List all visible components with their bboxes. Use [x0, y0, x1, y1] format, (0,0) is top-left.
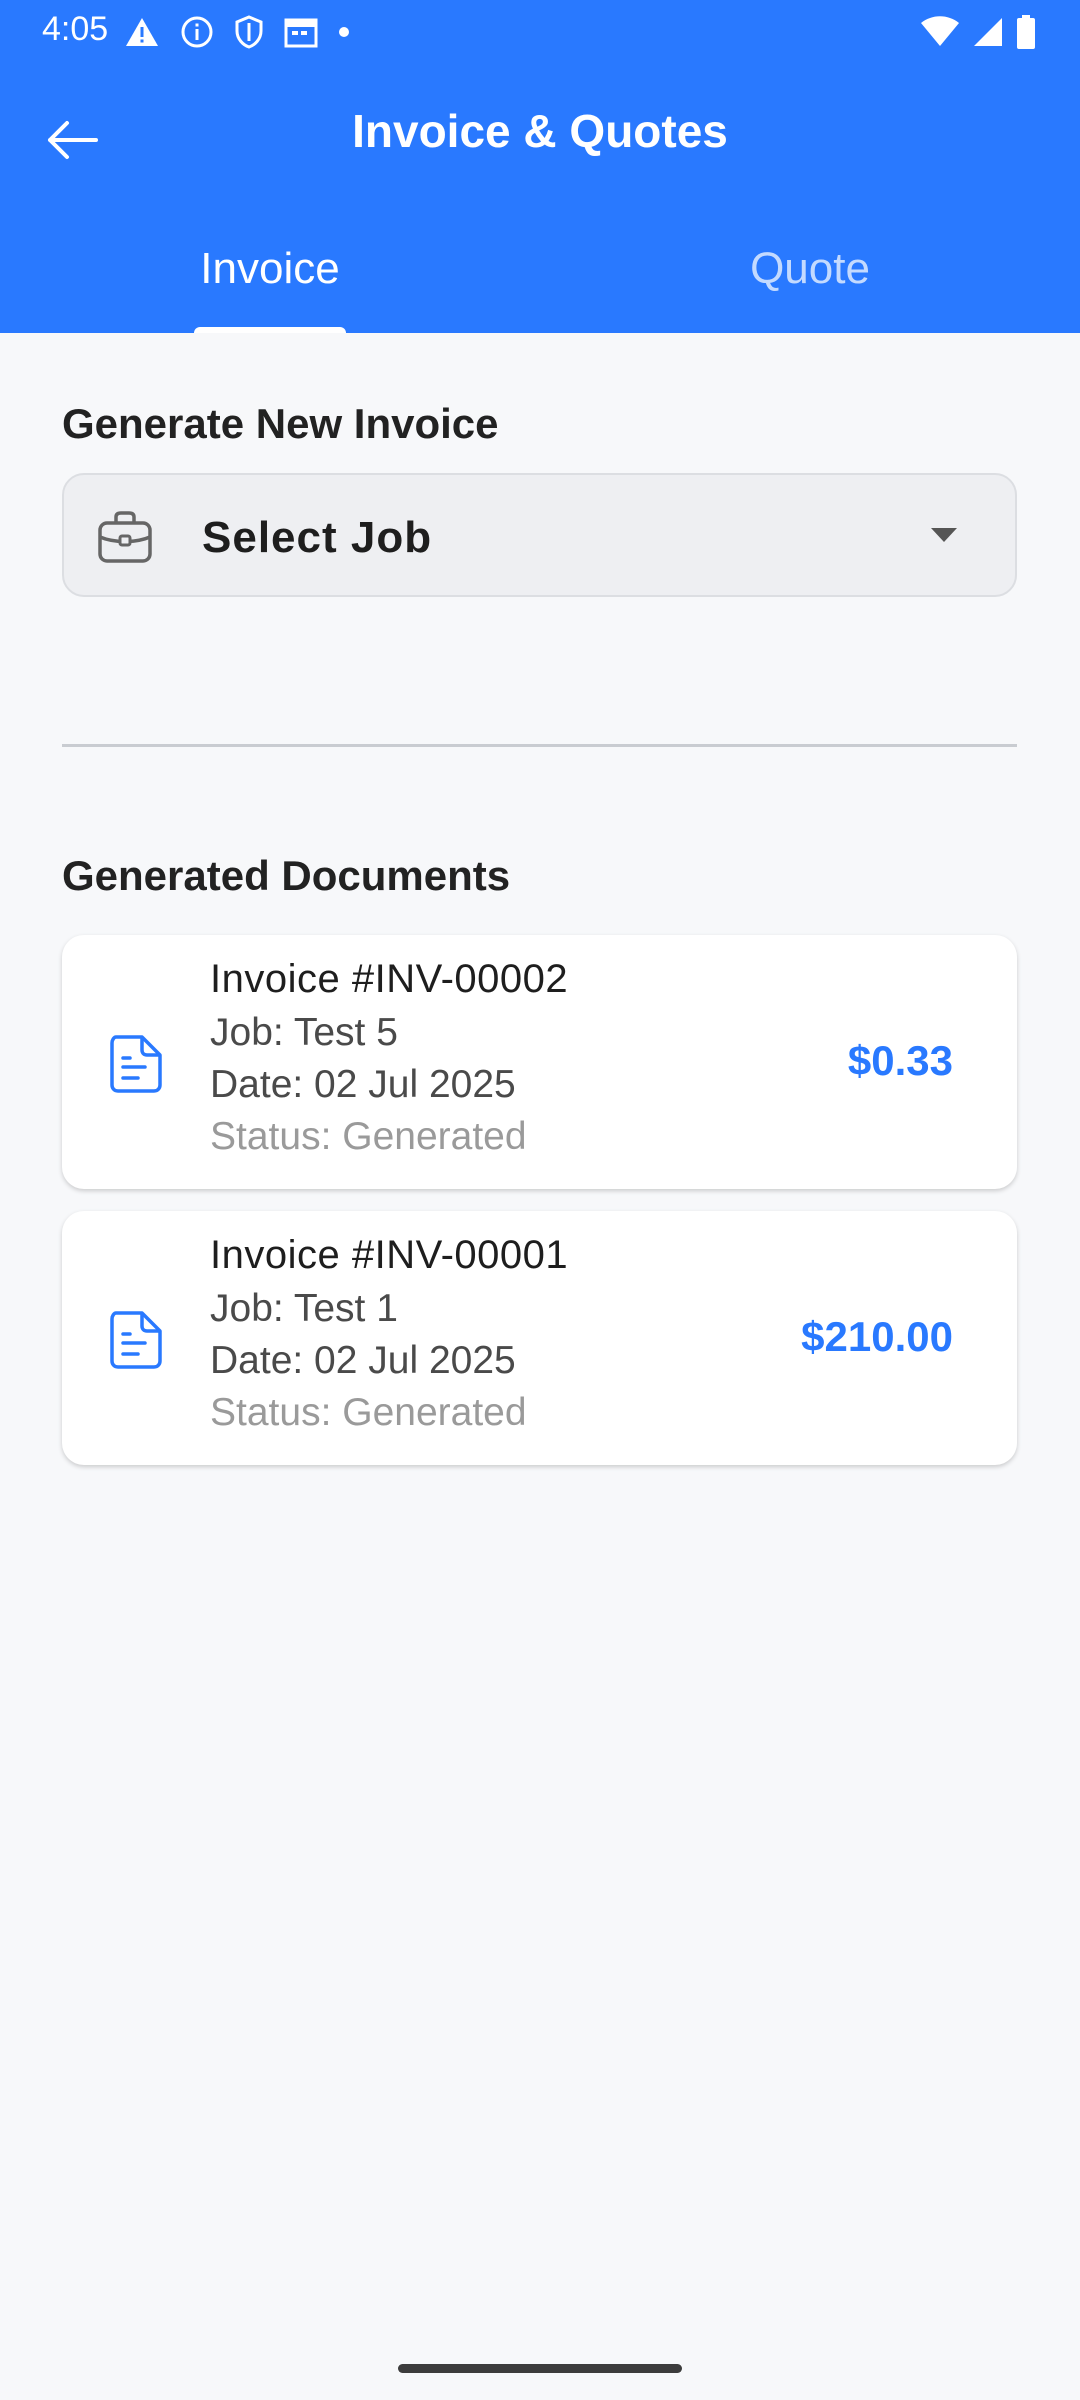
active-tab-indicator	[194, 327, 346, 333]
document-status: Status: Generated	[210, 1391, 527, 1434]
app-bar: Invoice & Quotes	[0, 62, 1080, 212]
select-job-dropdown[interactable]: Select Job	[62, 473, 1017, 597]
warning-icon	[124, 16, 160, 48]
status-icons-left	[124, 14, 350, 50]
status-bar: 4:05	[0, 0, 1080, 62]
select-job-label: Select Job	[202, 513, 433, 562]
page-title: Invoice & Quotes	[352, 105, 728, 157]
section-divider	[62, 744, 1017, 747]
document-amount: $210.00	[801, 1313, 953, 1360]
document-date: Date: 02 Jul 2025	[210, 1339, 516, 1382]
document-date: Date: 02 Jul 2025	[210, 1063, 516, 1106]
home-indicator[interactable]	[398, 2364, 682, 2373]
document-amount: $0.33	[847, 1037, 953, 1084]
document-card[interactable]: Invoice #INV-00002 Job: Test 5 Date: 02 …	[62, 935, 1017, 1189]
status-icons-right	[920, 14, 1036, 50]
signal-icon	[972, 16, 1004, 48]
battery-icon	[1016, 15, 1036, 49]
tab-quote[interactable]: Quote	[540, 212, 1080, 333]
document-title: Invoice #INV-00001	[210, 1233, 569, 1277]
wifi-icon	[920, 16, 960, 48]
status-time: 4:05	[42, 10, 109, 48]
shield-icon	[234, 15, 264, 49]
calendar-icon	[284, 16, 318, 48]
app-header: 4:05 Invoice & Quotes Invoice Quote	[0, 0, 1080, 333]
briefcase-icon	[96, 509, 154, 565]
tab-invoice-label: Invoice	[200, 244, 340, 293]
document-card[interactable]: Invoice #INV-00001 Job: Test 1 Date: 02 …	[62, 1211, 1017, 1465]
generate-section-title: Generate New Invoice	[62, 400, 499, 447]
document-job: Job: Test 5	[210, 1011, 398, 1054]
document-icon	[108, 1034, 164, 1094]
tab-quote-label: Quote	[750, 244, 870, 293]
document-status: Status: Generated	[210, 1115, 527, 1158]
info-icon	[180, 15, 214, 49]
document-icon	[108, 1310, 164, 1370]
document-title: Invoice #INV-00002	[210, 957, 569, 1001]
documents-section-title: Generated Documents	[62, 852, 511, 899]
chevron-down-icon	[929, 525, 959, 545]
tab-invoice[interactable]: Invoice	[0, 212, 540, 333]
dot-icon	[338, 26, 350, 38]
tab-bar: Invoice Quote	[0, 212, 1080, 333]
document-job: Job: Test 1	[210, 1287, 398, 1330]
